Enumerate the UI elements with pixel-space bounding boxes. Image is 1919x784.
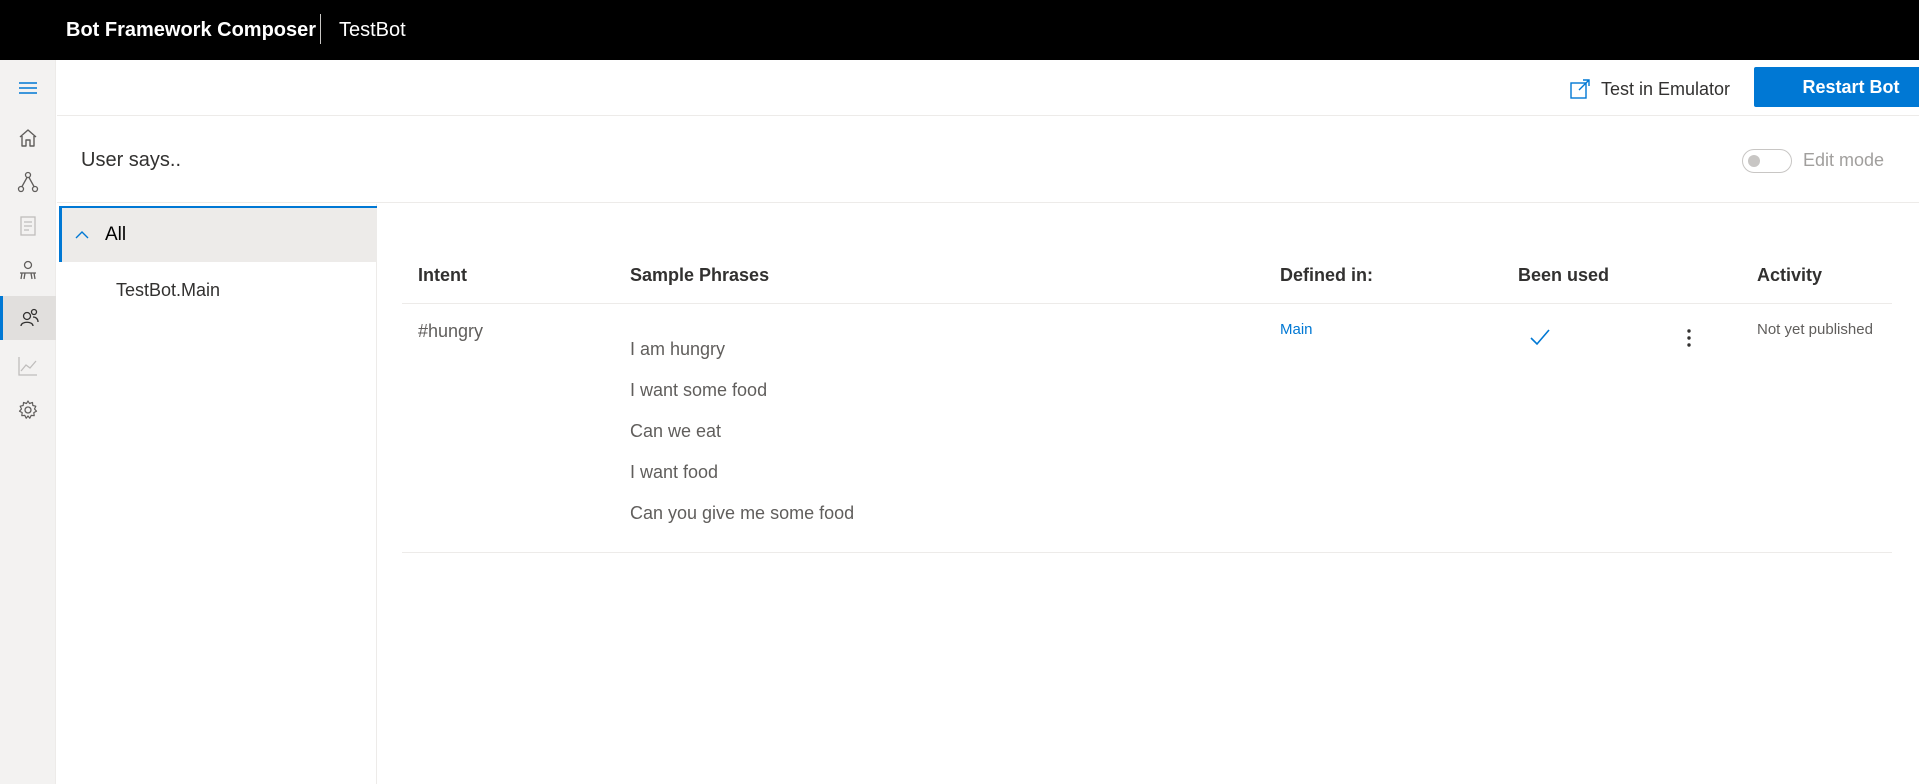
table-header: Intent Sample Phrases Defined in: Been u… [402,250,1892,304]
chevron-up-icon [75,231,89,239]
toolbar: Test in Emulator Restart Bot [57,60,1919,116]
test-in-emulator-button[interactable]: Test in Emulator [1569,74,1730,104]
open-external-icon [1570,79,1590,99]
intent-name: #hungry [418,321,484,341]
column-header-defined-in[interactable]: Defined in: [1280,265,1373,286]
nav-item-analytics[interactable] [0,344,56,388]
sample-phrase: I want food [630,462,719,482]
edit-mode-toggle[interactable] [1742,149,1792,173]
nav-item-settings[interactable] [0,388,56,432]
restart-bot-button[interactable]: Restart Bot [1754,67,1919,107]
sample-phrases: I am hungry I want some food Can we eat … [630,337,854,542]
activity-status: Not yet published [1757,321,1873,338]
table-row[interactable]: #hungry I am hungry I want some food Can… [402,305,1892,553]
app-header: Bot Framework Composer TestBot [0,0,1919,60]
header-divider [320,14,321,44]
column-header-activity[interactable]: Activity [1757,265,1822,286]
column-header-intent[interactable]: Intent [418,265,467,286]
nav-item-language-understanding[interactable] [0,296,56,340]
toggle-knob [1748,155,1760,167]
more-options-button[interactable] [1674,323,1704,353]
project-name: TestBot [339,19,406,41]
defined-in-link[interactable]: Main [1280,321,1313,338]
app-title: Bot Framework Composer [66,19,317,41]
language-generation-icon [20,260,36,280]
nav-item-language-generation[interactable] [0,248,56,292]
analytics-icon [18,357,37,376]
more-vertical-icon [1687,329,1691,347]
sample-phrase: Can we eat [630,421,722,441]
sample-phrase: Can you give me some food [630,503,855,523]
tree-item-testbot-main[interactable]: TestBot.Main [116,280,220,301]
dialog-tree: All TestBot.Main [57,204,377,784]
checkmark-icon [1530,329,1550,346]
bot-responses-icon [20,216,36,236]
left-nav [0,60,56,784]
design-flow-icon [17,171,39,193]
column-header-been-used[interactable]: Been used [1518,265,1609,286]
tree-item-all-label: All [105,224,127,245]
language-understanding-icon [19,308,39,327]
test-in-emulator-label: Test in Emulator [1601,78,1731,99]
tree-item-all[interactable]: All [59,206,377,262]
sample-phrase: I am hungry [630,339,726,359]
nav-menu-toggle[interactable] [0,66,56,110]
nav-item-bot-responses[interactable] [0,204,56,248]
nav-item-design-flow[interactable] [0,160,56,204]
edit-mode-label: Edit mode [1803,150,1885,170]
nav-item-home[interactable] [0,116,56,160]
column-header-sample-phrases[interactable]: Sample Phrases [630,265,769,286]
home-icon [19,129,37,147]
settings-icon [18,400,38,419]
page-title: User says.. [81,149,182,171]
sample-phrase: I want some food [630,380,768,400]
page-header: User says.. Edit mode [57,117,1919,203]
menu-icon [19,82,37,94]
